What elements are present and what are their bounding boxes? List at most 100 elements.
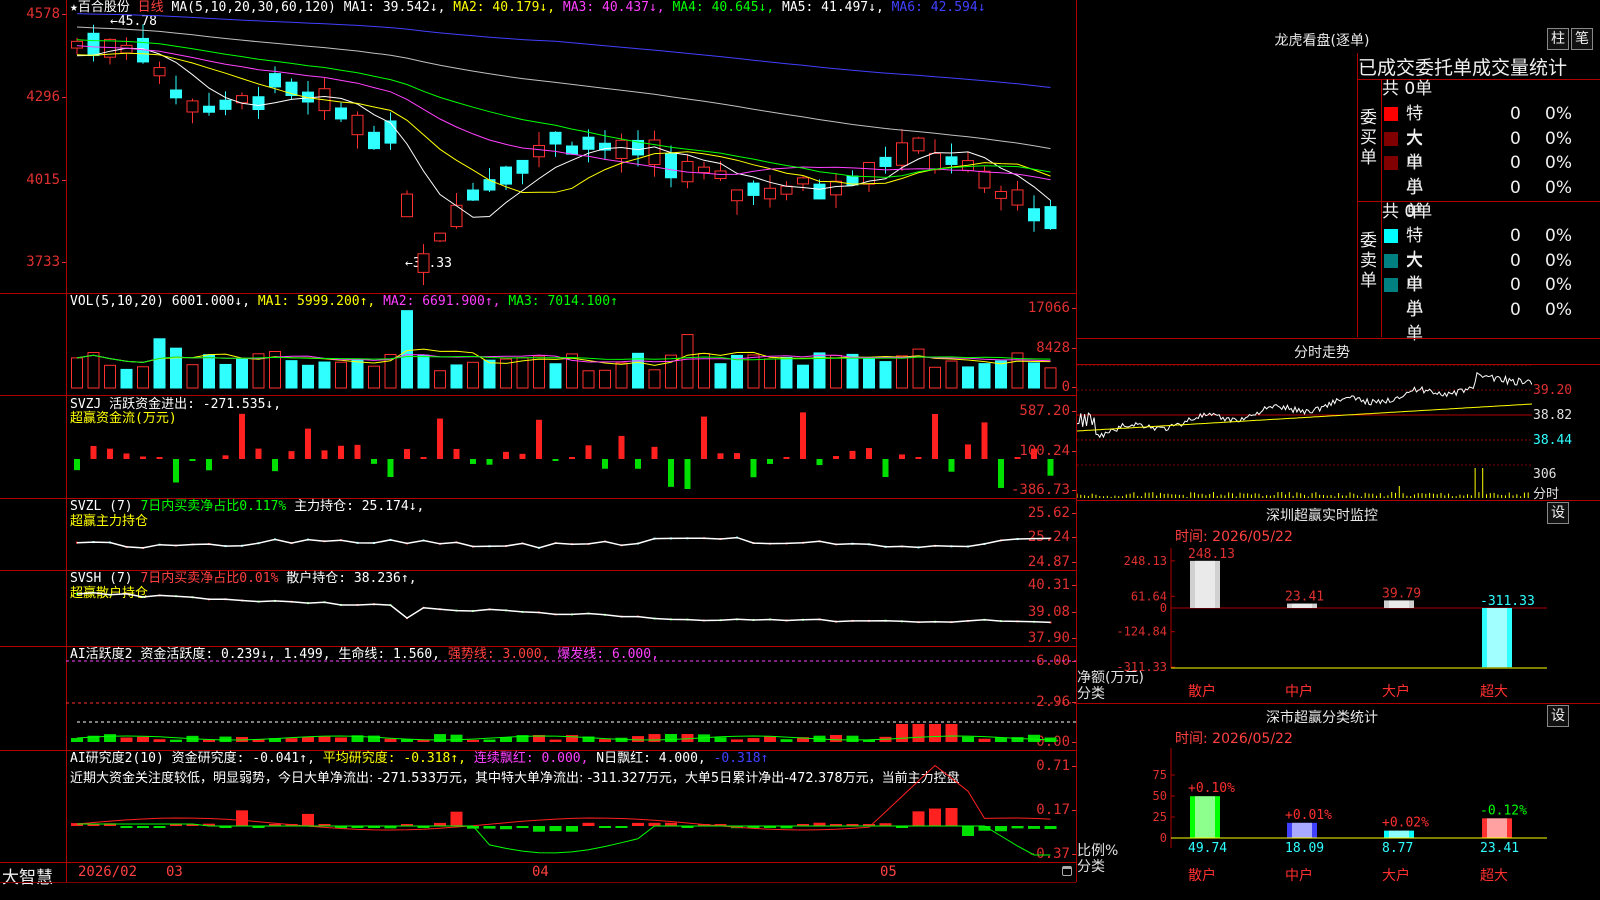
order-name: 大单: [1406, 250, 1423, 295]
research-bar: [962, 826, 974, 836]
candle-body: [417, 253, 430, 273]
volume-bar: [615, 362, 628, 389]
candle-body: [269, 73, 281, 88]
activity-bar: [978, 738, 991, 742]
activity-chart[interactable]: [66, 647, 1076, 750]
fund-flow-bar: [569, 457, 575, 459]
activity-bar: [467, 739, 479, 742]
bar-value-label: 23.41: [1480, 841, 1519, 856]
ai-research-panel[interactable]: 0.71 0.17 -0.37 AI研究度2(10) 资金研究度: -0.041…: [0, 751, 1076, 862]
research-chart[interactable]: [66, 751, 1076, 862]
fund-flow-bar: [437, 418, 443, 459]
order-name: 中单: [1406, 275, 1423, 319]
intraday-tick: 38.82: [1533, 408, 1573, 423]
research-bar: [615, 826, 628, 828]
bar-value-label: 39.79: [1382, 586, 1421, 601]
activity-bar: [302, 736, 314, 742]
order-val: 0: [1510, 275, 1521, 295]
svzl-panel[interactable]: 25.62 25.24 24.87 SVZL (7) 7日内买卖净占比0.117…: [0, 499, 1076, 570]
volume-bar: [1044, 367, 1057, 389]
research-bar: [1044, 826, 1057, 830]
candle: [1011, 181, 1024, 211]
bar-highlight: [1195, 560, 1215, 608]
candle: [566, 141, 578, 155]
tick-mode-button[interactable]: 笔: [1571, 28, 1593, 50]
candle-body: [87, 32, 100, 57]
category-bar: [1384, 600, 1414, 608]
volume-bar: [401, 310, 413, 389]
buy-total: 共 0单: [1382, 79, 1433, 99]
candle: [797, 175, 809, 191]
brand-logo: 大智慧: [2, 868, 53, 888]
category-label: 大户: [1382, 867, 1410, 884]
activity-bar: [104, 734, 116, 742]
intraday-chart[interactable]: [1077, 365, 1532, 500]
activity-bar: [483, 739, 496, 742]
fund-flow-bar: [387, 459, 394, 478]
volume-panel[interactable]: 17066 8428 0 VOL(5,10,20) 6001.000↓, MA1…: [0, 294, 1076, 395]
avg-price-line: [1077, 403, 1532, 432]
fund-flow-bar: [899, 454, 905, 459]
fund-flow-bar: [486, 459, 493, 465]
candle-body: [615, 139, 628, 159]
research-bar: [995, 826, 1007, 832]
category-label: 超大: [1480, 684, 1508, 700]
intraday-tick: 39.20: [1533, 383, 1573, 398]
fund-flow-bar: [206, 459, 212, 471]
activity-bar: [599, 739, 611, 742]
fund-flow-bar: [321, 450, 328, 459]
candlestick-chart[interactable]: [66, 0, 1076, 293]
candle: [516, 159, 529, 185]
research-bar: [599, 826, 611, 828]
monitor-settings-button[interactable]: 设: [1547, 502, 1569, 524]
bar-mode-button[interactable]: 柱: [1547, 28, 1569, 50]
sell-total: 共 0单: [1382, 202, 1433, 222]
order-pct: 0%: [1545, 153, 1572, 173]
candle: [450, 193, 463, 229]
volume-chart[interactable]: [66, 294, 1076, 395]
price-tick: 4578: [26, 6, 66, 22]
candle: [401, 190, 413, 218]
candle: [87, 24, 100, 62]
order-name: 小单: [1406, 177, 1423, 222]
bar-change-label: +0.02%: [1382, 816, 1429, 831]
candle: [434, 232, 446, 243]
fund-flow-bar: [74, 459, 80, 471]
candle: [632, 130, 644, 167]
price-tick: 4296: [26, 89, 66, 105]
volume-bar: [137, 366, 149, 389]
svsh-panel[interactable]: 40.31 39.08 37.90 SVSH (7) 7日内买卖净占比0.01%…: [0, 571, 1076, 646]
candle-body: [153, 67, 166, 77]
research-bar: [153, 826, 166, 828]
candle-body: [467, 189, 479, 201]
category-label: 中户: [1285, 683, 1313, 700]
intraday-title: 分时走势: [1294, 345, 1350, 361]
ai-activity-panel[interactable]: 6.00 2.96 0.00 AI活跃度2 资金活跃度: 0.239↓, 1.4…: [0, 647, 1076, 750]
color-swatch: [1384, 253, 1398, 268]
fund-flow-bar: [503, 451, 509, 459]
research-bar: [549, 826, 562, 832]
price-panel[interactable]: 4578 4296 4015 3733 ★百合股份 日线 MA(5,10,20,…: [0, 0, 1076, 293]
ma-line-5: [76, 26, 1051, 150]
retail-holding-chart[interactable]: [66, 571, 1076, 646]
svzj-panel[interactable]: 587.20 100.24 -386.73 SVZJ 活跃资金进出: -271.…: [0, 396, 1076, 498]
lock-icon[interactable]: [1062, 866, 1072, 876]
research-bar: [566, 826, 578, 832]
candle: [203, 92, 215, 116]
candle: [780, 181, 793, 201]
fund-flow-bar: [288, 451, 295, 459]
candle-body: [500, 166, 512, 185]
volume-bar: [846, 353, 859, 389]
fund-flow-bar: [222, 455, 229, 459]
candle-body: [665, 153, 677, 179]
classify-settings-button[interactable]: 设: [1547, 705, 1569, 727]
fund-flow-chart[interactable]: [66, 396, 1076, 498]
candle-body: [929, 152, 941, 171]
monitor-bar-chart[interactable]: 248.1361.640-124.84-311.33248.13散户23.41中…: [1077, 540, 1600, 705]
fund-flow-bar: [717, 453, 724, 459]
bar-highlight: [1487, 608, 1507, 668]
classify-bar-chart[interactable]: 75 50 25 0 49.74 +0.10% 散户 18.09 +0.01% 中户 8.77 +0.…: [1077, 740, 1600, 900]
research-bar: [912, 811, 925, 826]
order-pct: 0%: [1545, 128, 1572, 149]
main-holding-chart[interactable]: [66, 499, 1076, 570]
